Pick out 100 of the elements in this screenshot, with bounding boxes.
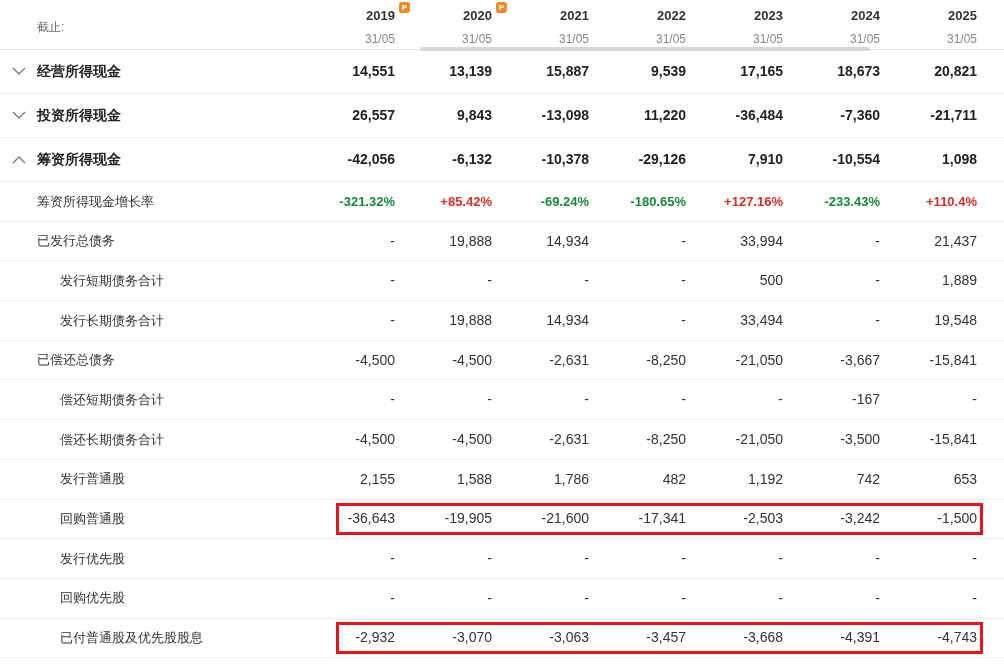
table-cell-text: -3,500 — [840, 429, 880, 449]
date-header: 31/05 — [558, 31, 589, 48]
growth-value: +127.16% — [724, 192, 783, 211]
year-header: 2019 — [366, 8, 395, 23]
table-cell-text: 33,494 — [740, 310, 783, 330]
table-cell-text: -3,070 — [452, 628, 492, 648]
table-cell-text: -15,841 — [929, 429, 977, 449]
table-cell-text: 482 — [662, 469, 686, 489]
table-cell-text: 21,437 — [934, 231, 977, 251]
row-label: 偿还长期债务合计 — [60, 430, 164, 449]
table-cell-text: -10,554 — [832, 150, 880, 169]
table-cell-text: - — [487, 549, 492, 569]
row-label: 已发行总债务 — [37, 232, 115, 251]
table-cell-text: 500 — [759, 271, 783, 291]
table-cell-text: 1,098 — [941, 150, 977, 169]
table-cell-text: -3,667 — [840, 350, 880, 370]
table-cell-text: -3,457 — [646, 628, 686, 648]
table-cell-text: - — [778, 588, 783, 608]
table-cell-text: - — [487, 390, 492, 410]
table-cell-text: -15,841 — [929, 350, 977, 370]
scrollbar[interactable] — [420, 47, 870, 51]
date-header: 31/05 — [946, 31, 977, 48]
table-cell-text: -3,668 — [743, 628, 783, 648]
row-label: 回购普通股 — [60, 510, 125, 529]
table-cell-text: -21,050 — [735, 429, 783, 449]
table-cell-text: 11,220 — [643, 106, 686, 125]
date-header: 31/05 — [364, 31, 395, 48]
row-label: 发行普通股 — [60, 470, 125, 489]
table-cell-text: -19,905 — [444, 509, 492, 529]
table-cell-text: -36,643 — [347, 509, 395, 529]
table-cell-text: -6,132 — [452, 150, 492, 169]
table-cell-text: - — [390, 588, 395, 608]
table-cell-text: -4,500 — [452, 350, 492, 370]
table-cell-text: -4,500 — [355, 350, 395, 370]
column-header-label: 截止: — [37, 19, 65, 36]
table-cell-text: 15,887 — [546, 62, 589, 81]
table-cell-text: - — [390, 231, 395, 251]
table-cell-text: - — [487, 271, 492, 291]
table-cell-text: - — [875, 231, 880, 251]
table-cell-text: - — [681, 231, 686, 251]
table-cell-text: - — [972, 588, 977, 608]
table-cell-text: - — [681, 310, 686, 330]
year-header: 2023 — [754, 8, 783, 23]
growth-value: -69.24% — [540, 192, 589, 211]
table-cell-text: -1,500 — [937, 509, 977, 529]
table-cell-text: 653 — [953, 469, 977, 489]
table-cell-text: -4,391 — [840, 628, 880, 648]
table-cell-text: -17,341 — [638, 509, 686, 529]
row-label: 筹资所得现金 — [37, 150, 121, 169]
table-cell-text: - — [390, 310, 395, 330]
growth-value: -180.65% — [630, 192, 686, 211]
chevron-down-icon[interactable] — [12, 67, 26, 76]
table-cell-text: -2,631 — [549, 350, 589, 370]
table-cell-text: 9,843 — [456, 106, 492, 125]
chevron-up-icon[interactable] — [12, 155, 26, 164]
table-cell-text: - — [584, 271, 589, 291]
projection-badge: P — [399, 2, 410, 13]
date-header: 31/05 — [655, 31, 686, 48]
table-cell-text: -7,360 — [840, 106, 880, 125]
table-cell-text: - — [487, 588, 492, 608]
table-cell-text: -167 — [851, 390, 880, 410]
table-cell-text: 14,551 — [352, 62, 395, 81]
table-cell-text: 19,548 — [934, 310, 977, 330]
table-cell-text: -3,063 — [549, 628, 589, 648]
table-cell-text: 1,192 — [747, 469, 783, 489]
table-cell-text: - — [390, 271, 395, 291]
table-cell-text: 19,888 — [449, 231, 492, 251]
row-label: 回购优先股 — [60, 589, 125, 608]
table-cell-text: -36,484 — [735, 106, 783, 125]
table-cell-text: - — [681, 549, 686, 569]
table-cell-text: - — [875, 588, 880, 608]
table-cell-text: 33,994 — [740, 231, 783, 251]
table-cell-text: - — [875, 310, 880, 330]
table-cell-text: -42,056 — [347, 150, 395, 169]
table-cell-text: 13,139 — [449, 62, 492, 81]
table-cell-text: - — [681, 588, 686, 608]
chevron-down-icon[interactable] — [12, 111, 26, 120]
table-cell-text: 7,910 — [747, 150, 783, 169]
table-cell-text: -8,250 — [646, 350, 686, 370]
table-cell-text: -10,378 — [541, 150, 589, 169]
year-header: 2024 — [851, 8, 880, 23]
date-header: 31/05 — [461, 31, 492, 48]
growth-value: +85.42% — [440, 192, 492, 211]
table-cell-text: 19,888 — [449, 310, 492, 330]
table-cell-text: -2,503 — [743, 509, 783, 529]
table-cell-text: - — [584, 549, 589, 569]
table-cell-text: -3,242 — [840, 509, 880, 529]
table-cell-text: 1,786 — [553, 469, 589, 489]
year-header: 2021 — [560, 8, 589, 23]
table-cell-text: 1,588 — [456, 469, 492, 489]
row-label: 投资所得现金 — [37, 106, 121, 125]
date-header: 31/05 — [752, 31, 783, 48]
table-cell-text: 9,539 — [650, 62, 686, 81]
table-cell-text: 20,821 — [934, 62, 977, 81]
table-cell-text: - — [778, 390, 783, 410]
row-label: 筹资所得现金增长率 — [37, 192, 154, 211]
table-cell-text: -13,098 — [541, 106, 589, 125]
projection-badge: P — [496, 2, 507, 13]
table-cell-text: - — [972, 390, 977, 410]
row-label: 已偿还总债务 — [37, 351, 115, 370]
